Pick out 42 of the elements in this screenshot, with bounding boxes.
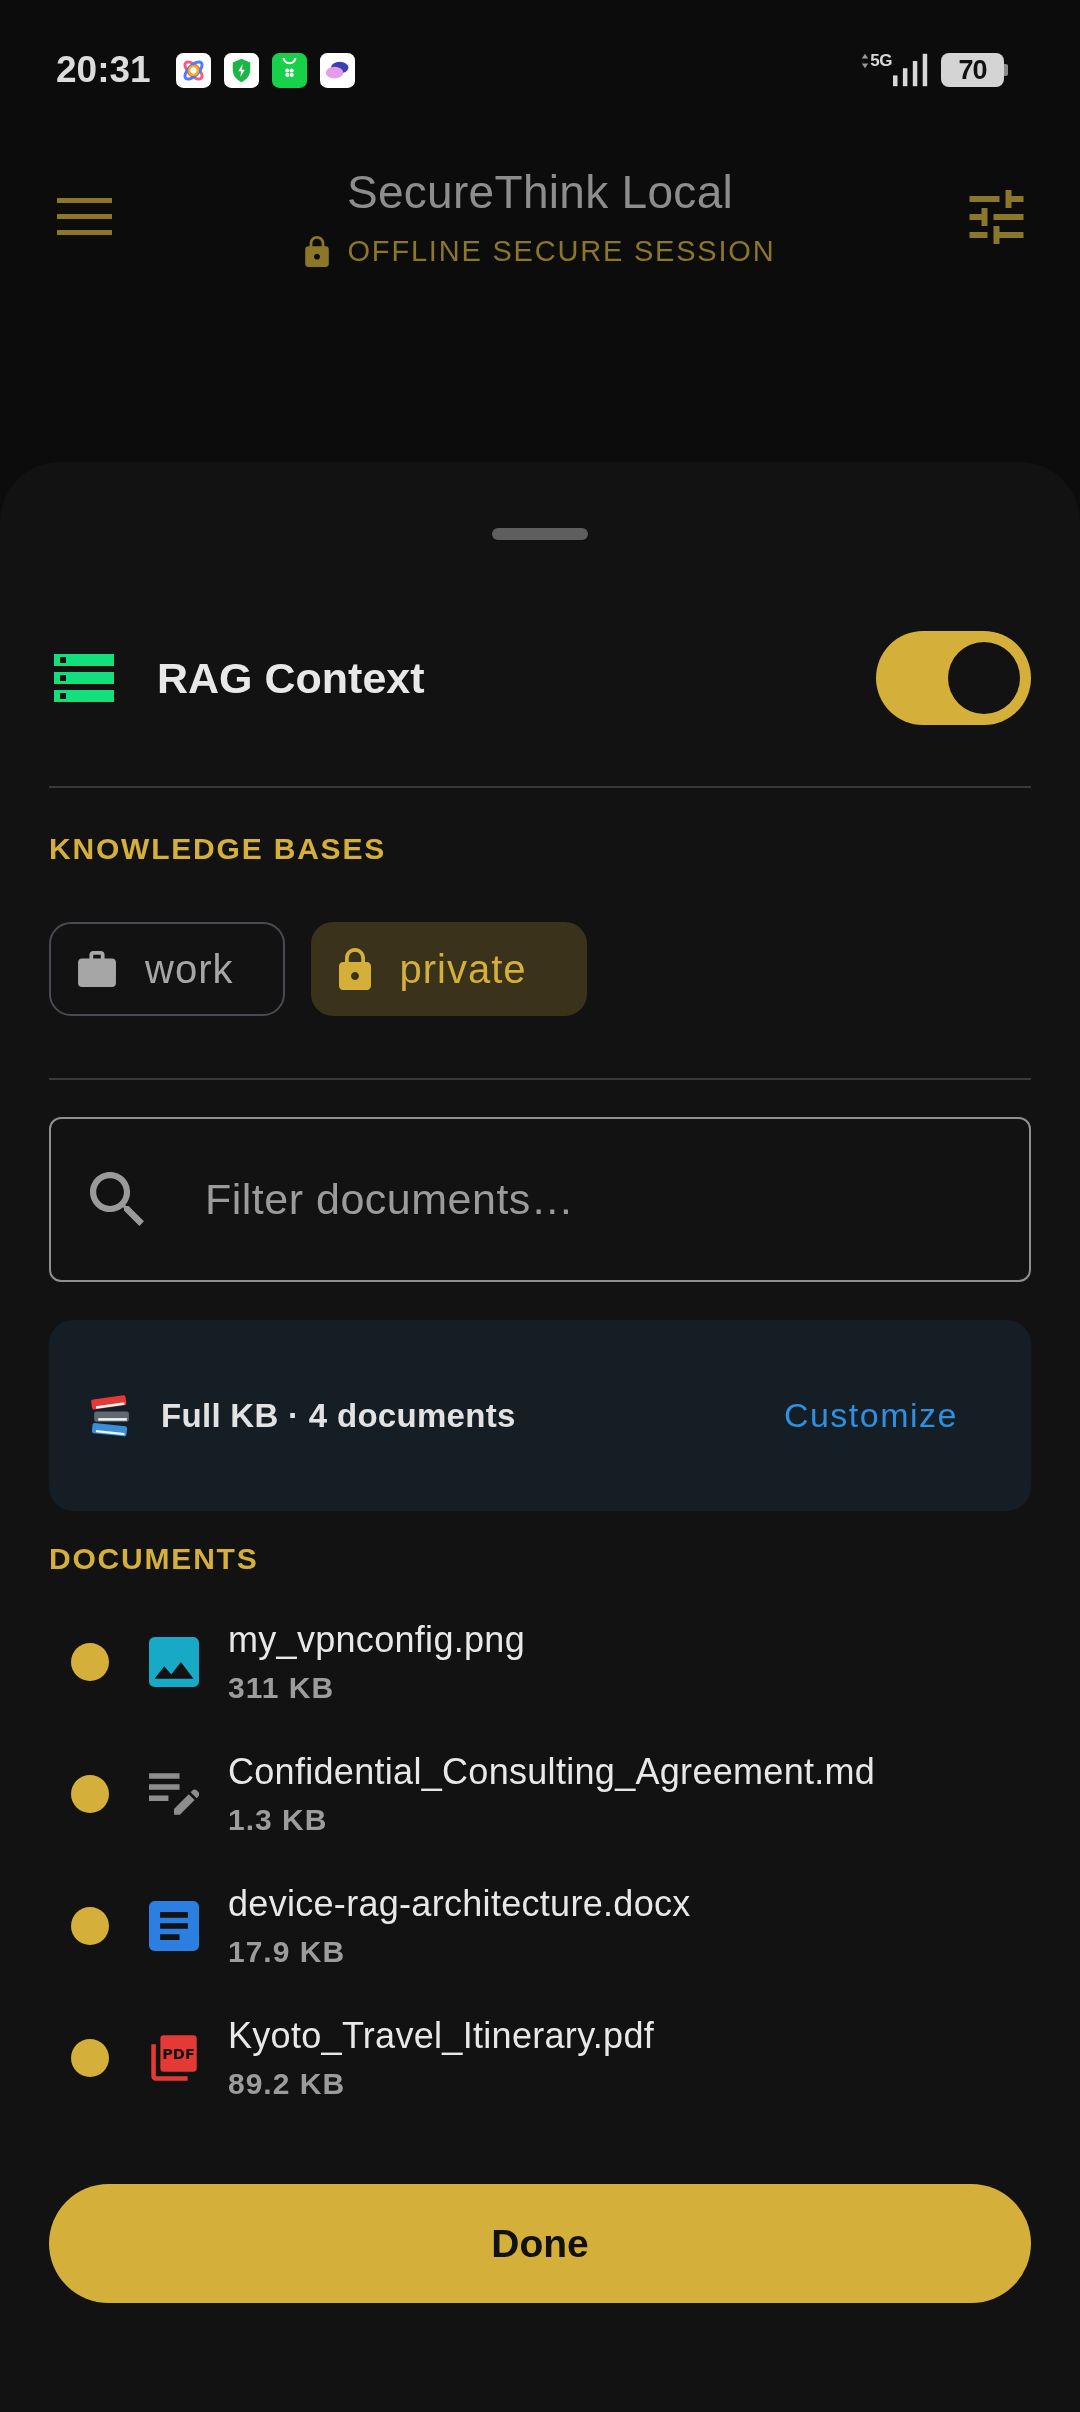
file-name: Confidential_Consulting_Agreement.md <box>228 1750 876 1794</box>
file-name: device-rag-architecture.docx <box>228 1882 691 1926</box>
battery-indicator: 70 <box>941 53 1008 87</box>
session-subtitle: OFFLINE SECURE SESSION <box>347 234 776 269</box>
file-size: 17.9 KB <box>228 1934 346 1970</box>
file-name: Kyoto_Travel_Itinerary.pdf <box>228 2014 654 2058</box>
storage-stack-icon <box>54 654 114 702</box>
summary-text: Full KB · 4 documents <box>161 1396 516 1435</box>
lock-icon <box>304 235 329 267</box>
app-title: SecureThink Local <box>346 165 734 220</box>
section-heading: KNOWLEDGE BASES <box>49 831 387 867</box>
file-size: 311 KB <box>228 1670 335 1706</box>
chat-bubbles-app-icon <box>319 52 355 88</box>
data-arrows-icon <box>861 52 870 70</box>
file-name: my_vpnconfig.png <box>228 1618 525 1662</box>
network-type-label: 5G <box>870 52 892 70</box>
shield-bolt-app-icon <box>223 52 259 88</box>
selection-dot-icon[interactable] <box>71 1907 109 1945</box>
document-file-icon <box>149 1901 199 1951</box>
lock-icon <box>339 948 372 990</box>
briefcase-icon <box>77 951 117 987</box>
search-icon <box>90 1172 144 1226</box>
sliders-icon[interactable] <box>968 189 1025 244</box>
selection-dot-icon[interactable] <box>71 2039 109 2077</box>
customize-link[interactable]: Customize <box>783 1396 958 1435</box>
file-size: 1.3 KB <box>228 1802 328 1838</box>
knowledge-base-chip[interactable]: private <box>311 922 587 1016</box>
file-size: 89.2 KB <box>228 2066 346 2102</box>
knowledge-base-chip[interactable]: work <box>49 922 286 1016</box>
menu-icon[interactable] <box>57 198 112 235</box>
signal-icon <box>893 52 929 88</box>
section-title: RAG Context <box>157 653 425 703</box>
clock-time: 20:31 <box>56 49 151 91</box>
image-file-icon <box>149 1637 199 1687</box>
atom-app-icon <box>175 52 211 88</box>
drag-handle[interactable] <box>492 528 588 540</box>
shopping-bag-app-icon <box>271 52 307 88</box>
section-heading: DOCUMENTS <box>49 1541 259 1577</box>
done-button[interactable]: Done <box>49 2184 1031 2303</box>
selection-dot-icon[interactable] <box>71 1775 109 1813</box>
selection-dot-icon[interactable] <box>71 1643 109 1681</box>
search-field[interactable]: Filter documents… <box>49 1117 1031 1282</box>
